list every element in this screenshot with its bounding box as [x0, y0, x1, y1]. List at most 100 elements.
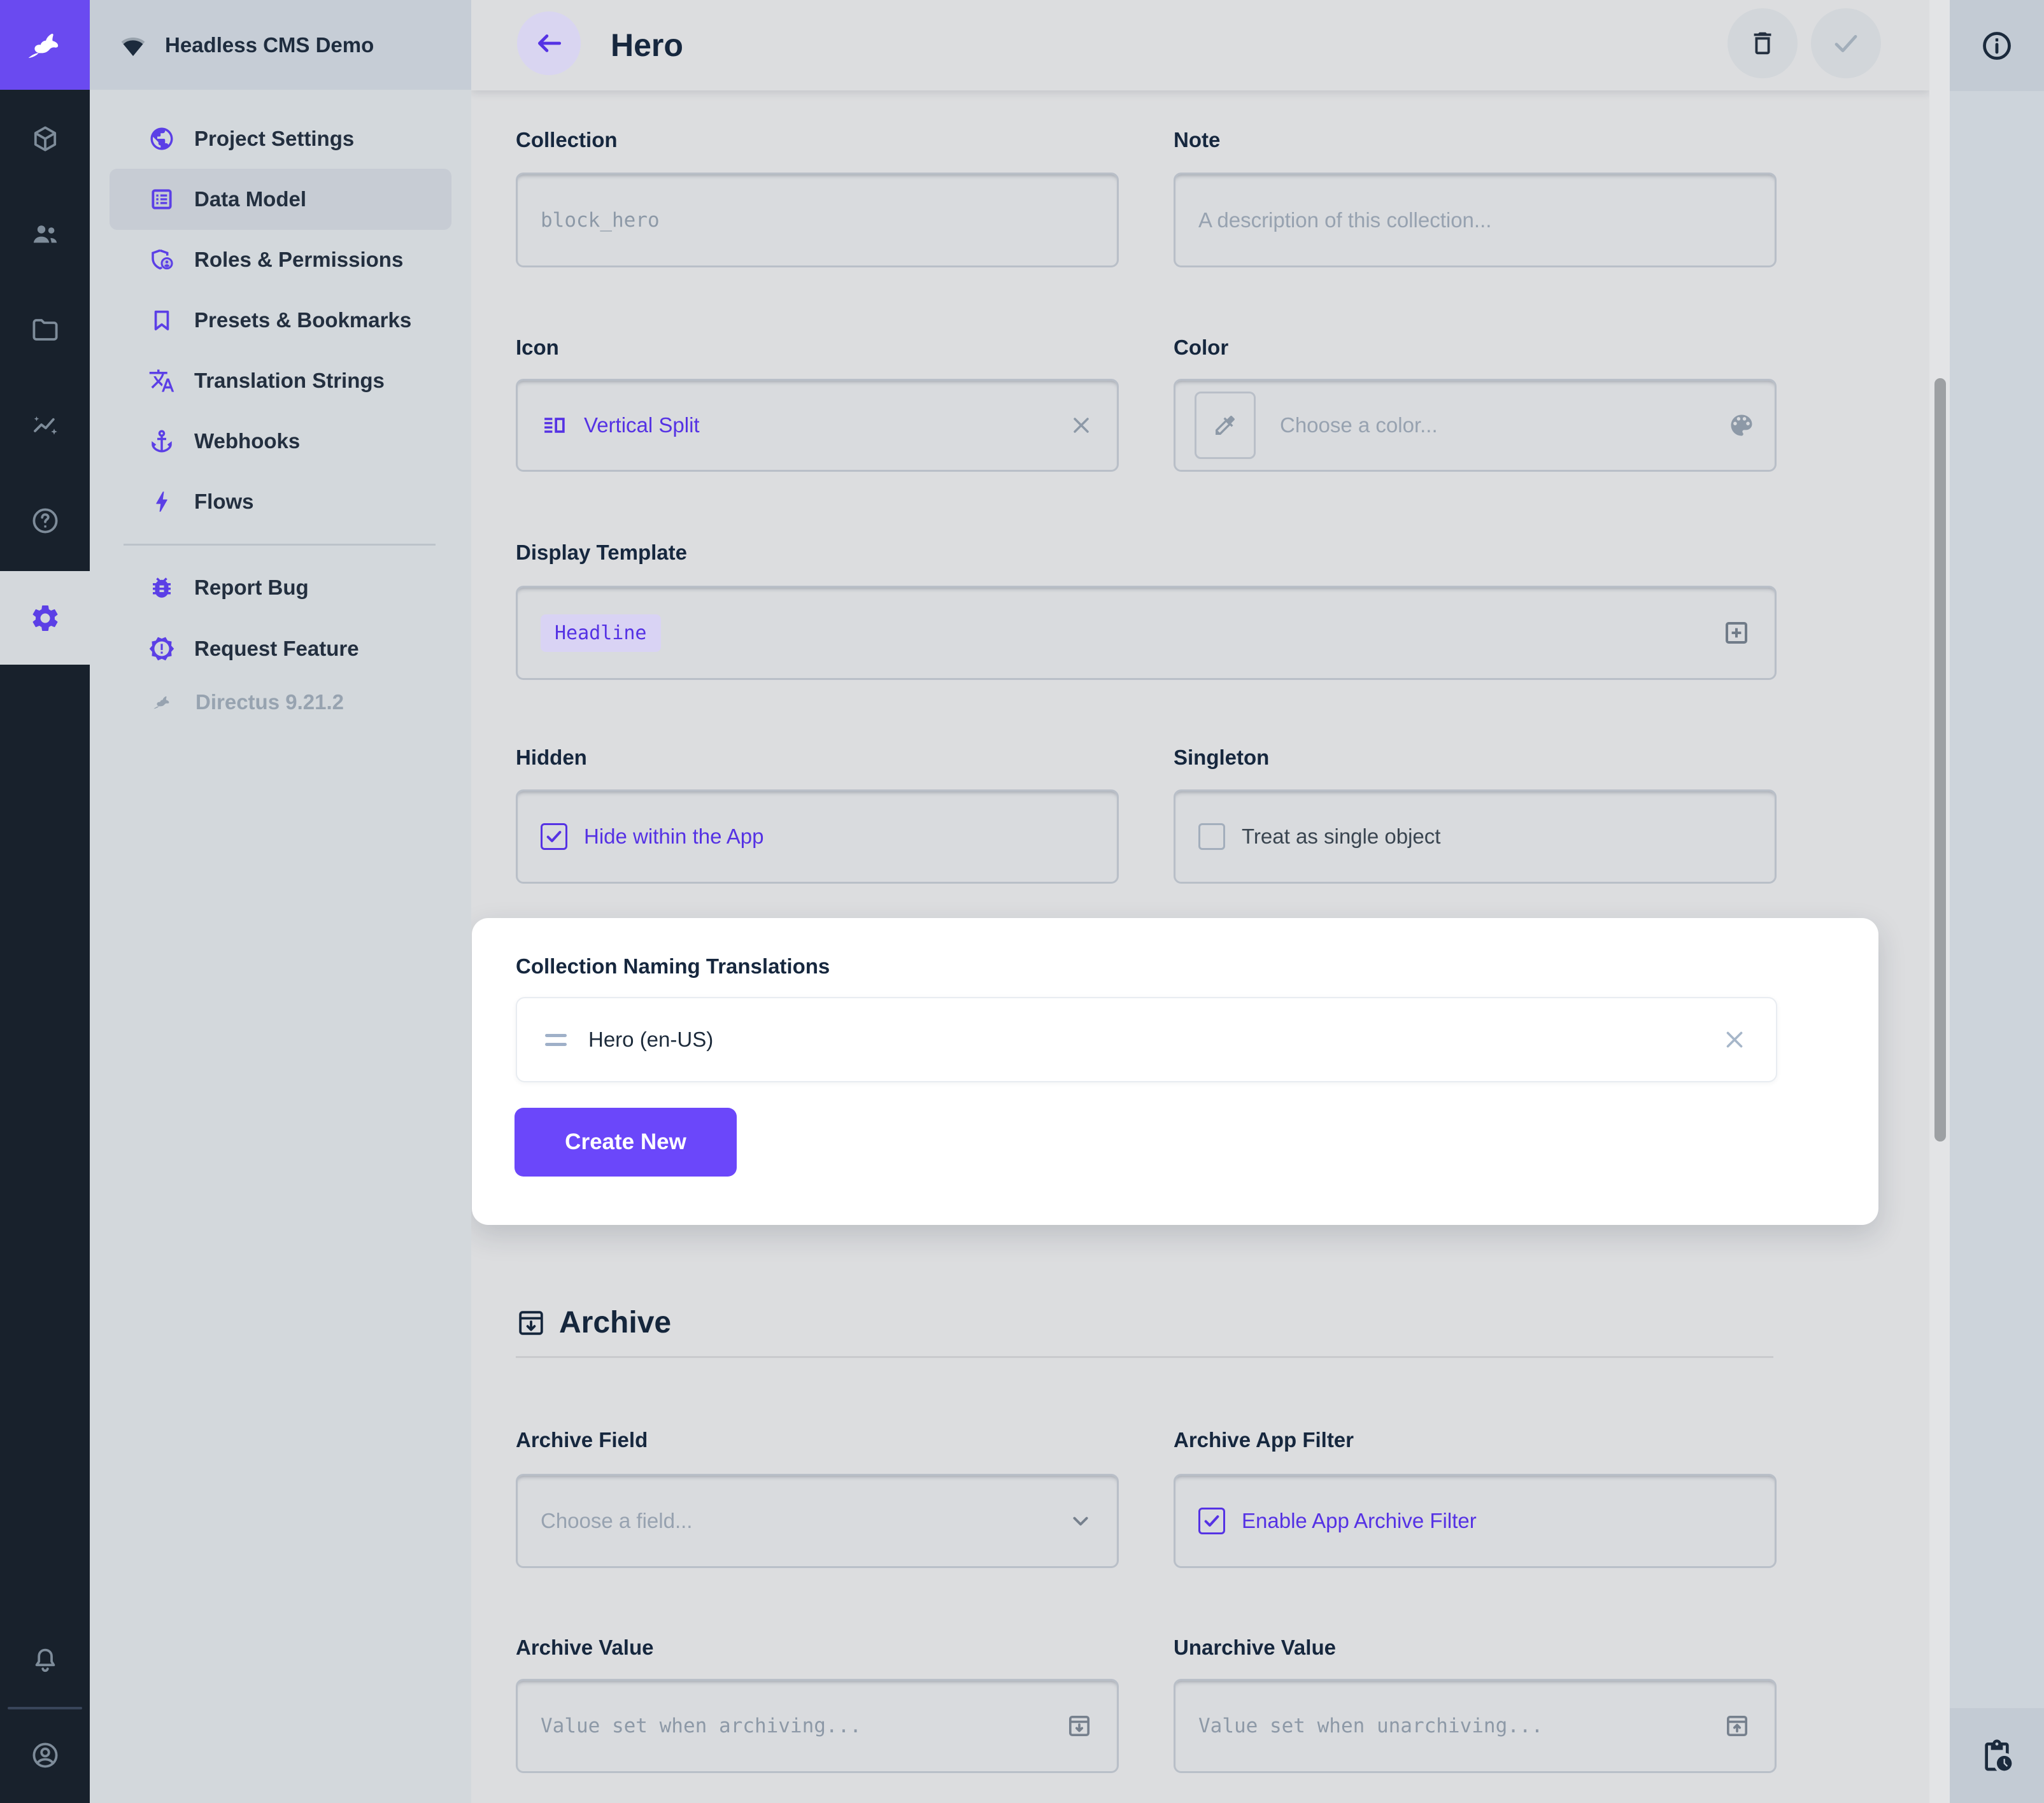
archive-app-filter-toggle[interactable]: Enable App Archive Filter: [1174, 1474, 1777, 1568]
save-button[interactable]: [1811, 8, 1881, 78]
account-circle-icon: [30, 1740, 60, 1771]
module-files[interactable]: [0, 282, 90, 378]
user-menu-button[interactable]: [0, 1708, 90, 1803]
sidebar-item-label: Data Model: [194, 187, 306, 211]
eyedropper-icon: [1212, 413, 1238, 438]
sidebar-item-report-bug[interactable]: Report Bug: [90, 557, 471, 618]
checkbox-unchecked-icon[interactable]: [1198, 823, 1225, 850]
collection-input[interactable]: block_hero: [516, 173, 1119, 267]
sidebar-item-webhooks[interactable]: Webhooks: [90, 411, 471, 472]
sidebar-item-label: Translation Strings: [194, 369, 385, 393]
module-docs[interactable]: [0, 473, 90, 569]
singleton-toggle[interactable]: Treat as single object: [1174, 789, 1777, 884]
scrollbar-track[interactable]: [1929, 0, 1950, 1803]
color-placeholder: Choose a color...: [1280, 413, 1438, 437]
module-insights[interactable]: [0, 378, 90, 473]
hidden-label: Hidden: [516, 745, 587, 770]
module-settings[interactable]: [0, 571, 90, 665]
translate-icon: [148, 367, 175, 394]
sidebar-item-roles-permissions[interactable]: Roles & Permissions: [90, 229, 471, 290]
bookmark-icon: [148, 307, 175, 334]
hidden-checkbox-label: Hide within the App: [584, 824, 764, 849]
close-icon[interactable]: [1721, 1026, 1748, 1053]
note-placeholder: A description of this collection...: [1198, 208, 1491, 232]
color-swatch-button[interactable]: [1195, 392, 1256, 459]
drag-handle-icon[interactable]: [545, 1034, 567, 1046]
template-field-chip[interactable]: Headline: [541, 614, 661, 652]
translation-item-row[interactable]: Hero (en-US): [516, 997, 1777, 1082]
add-box-icon[interactable]: [1721, 618, 1752, 648]
bolt-icon: [148, 488, 175, 515]
page-header: Hero: [471, 0, 1929, 90]
info-sidebar-button[interactable]: [1950, 0, 2044, 91]
module-content[interactable]: [0, 91, 90, 187]
sidebar-divider: [124, 544, 436, 546]
settings-nav-sidebar: Headless CMS Demo Project Settings Data …: [90, 0, 471, 1803]
note-label: Note: [1174, 127, 1220, 153]
archive-value-placeholder: Value set when archiving...: [541, 1715, 862, 1737]
icon-input[interactable]: Vertical Split: [516, 379, 1119, 472]
icon-value: Vertical Split: [584, 413, 700, 437]
translations-label: Collection Naming Translations: [516, 954, 830, 979]
sidebar-item-flows[interactable]: Flows: [90, 471, 471, 532]
archive-app-filter-label: Archive App Filter: [1174, 1427, 1354, 1453]
sidebar-item-label: Report Bug: [194, 576, 309, 600]
sidebar-item-label: Presets & Bookmarks: [194, 308, 411, 332]
sidebar-item-project-settings[interactable]: Project Settings: [90, 108, 471, 169]
wifi-signal-icon: [118, 30, 148, 60]
version-label: Directus 9.21.2: [195, 690, 344, 714]
bug-icon: [148, 574, 175, 601]
notifications-button[interactable]: [0, 1613, 90, 1708]
archive-icon: [516, 1308, 546, 1338]
directus-rabbit-icon: [148, 692, 176, 712]
directus-app: Headless CMS Demo Project Settings Data …: [0, 0, 2044, 1803]
directus-rabbit-icon: [18, 25, 73, 65]
display-template-input[interactable]: Headline: [516, 586, 1777, 680]
sidebar-item-data-model[interactable]: Data Model: [110, 169, 451, 230]
module-users[interactable]: [0, 187, 90, 282]
sidebar-item-label: Project Settings: [194, 127, 354, 151]
archive-section-title: Archive: [516, 1305, 671, 1340]
hidden-toggle[interactable]: Hide within the App: [516, 789, 1119, 884]
list-alt-icon: [148, 186, 175, 213]
delete-icon: [1748, 29, 1777, 58]
sidebar-item-label: Flows: [194, 490, 254, 514]
back-button[interactable]: [517, 11, 581, 75]
archive-field-label: Archive Field: [516, 1427, 648, 1453]
unarchive-value-placeholder: Value set when unarchiving...: [1198, 1715, 1543, 1737]
scrollbar-thumb[interactable]: [1934, 378, 1946, 1142]
translation-item-label: Hero (en-US): [588, 1028, 713, 1052]
project-name: Headless CMS Demo: [165, 33, 374, 57]
checkbox-checked-icon[interactable]: [1198, 1508, 1225, 1534]
note-input[interactable]: A description of this collection...: [1174, 173, 1777, 267]
collection-naming-translations-card: Collection Naming Translations Hero (en-…: [472, 918, 1878, 1225]
archive-value-input[interactable]: Value set when archiving...: [516, 1679, 1119, 1773]
archive-field-select[interactable]: Choose a field...: [516, 1474, 1119, 1568]
users-icon: [30, 219, 60, 250]
sidebar-item-label: Roles & Permissions: [194, 248, 403, 272]
color-input[interactable]: Choose a color...: [1174, 379, 1777, 472]
directus-logo[interactable]: [0, 0, 90, 90]
unarchive-value-input[interactable]: Value set when unarchiving...: [1174, 1679, 1777, 1773]
settings-gear-icon: [29, 602, 61, 634]
icon-label: Icon: [516, 335, 559, 360]
sidebar-item-presets-bookmarks[interactable]: Presets & Bookmarks: [90, 290, 471, 351]
checkbox-checked-icon[interactable]: [541, 823, 567, 850]
sidebar-item-request-feature[interactable]: Request Feature: [90, 618, 471, 679]
collection-value: block_hero: [541, 209, 660, 232]
revisions-clipboard-clock-icon: [1979, 1738, 2015, 1774]
archive-divider: [516, 1356, 1773, 1358]
delete-button[interactable]: [1728, 8, 1798, 78]
color-label: Color: [1174, 335, 1228, 360]
arrow-left-icon: [533, 27, 565, 59]
module-bar: [0, 0, 90, 1803]
palette-icon[interactable]: [1728, 411, 1756, 439]
sidebar-item-translation-strings[interactable]: Translation Strings: [90, 350, 471, 411]
close-icon[interactable]: [1068, 413, 1094, 438]
singleton-label: Singleton: [1174, 745, 1269, 770]
project-header[interactable]: Headless CMS Demo: [90, 0, 471, 90]
shield-person-icon: [148, 246, 175, 273]
page-title: Hero: [611, 24, 683, 66]
revisions-sidebar-button[interactable]: [1950, 1708, 2044, 1803]
create-new-button[interactable]: Create New: [515, 1108, 737, 1177]
